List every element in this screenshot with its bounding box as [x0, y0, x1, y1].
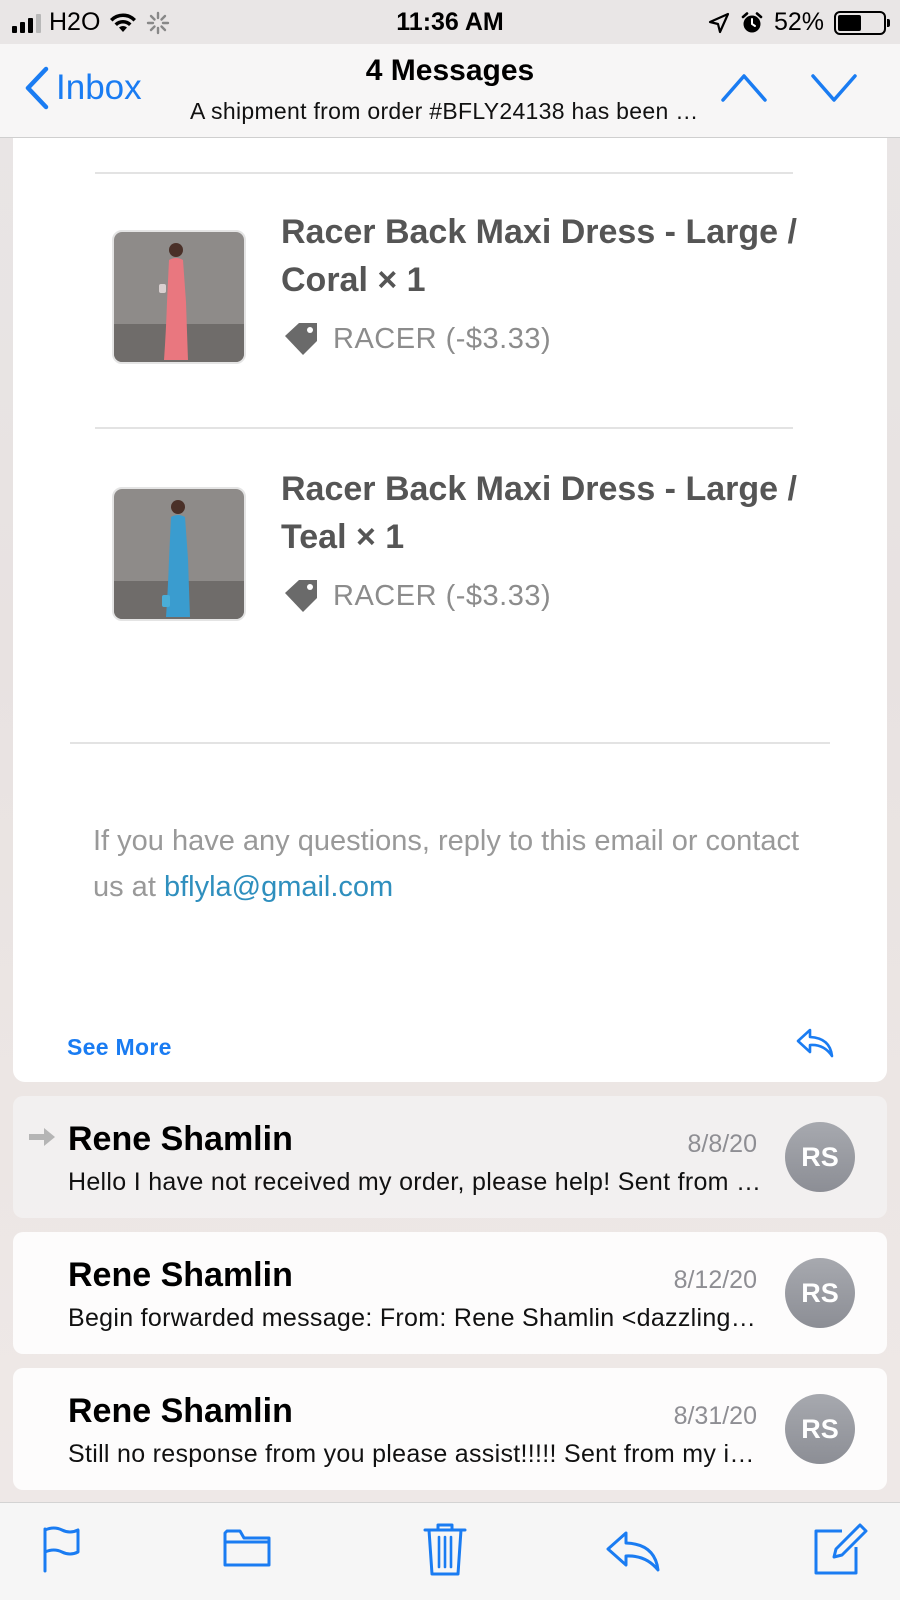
price-tag-icon	[285, 323, 317, 355]
battery-icon	[834, 10, 890, 35]
flag-icon[interactable]	[40, 1525, 84, 1573]
thread-row[interactable]: Rene Shamlin 8/12/20 Begin forwarded mes…	[13, 1232, 887, 1354]
nav-bar: Inbox 4 Messages A shipment from order #…	[0, 44, 900, 138]
message-date: 8/8/20	[687, 1130, 757, 1158]
discount-code: RACER (-$3.33)	[333, 579, 552, 612]
compose-icon[interactable]	[812, 1521, 868, 1577]
back-chevron-icon	[25, 66, 49, 110]
discount-code: RACER (-$3.33)	[333, 322, 552, 355]
discount-line: RACER (-$3.33)	[281, 577, 551, 615]
sender-name: Rene Shamlin	[68, 1392, 293, 1430]
product-name: Racer Back Maxi Dress - Large / Coral × …	[281, 213, 797, 299]
reply-icon[interactable]	[604, 1529, 662, 1573]
product-name: Racer Back Maxi Dress - Large / Teal × 1	[281, 470, 797, 556]
price-tag-icon	[285, 580, 317, 612]
folder-icon[interactable]	[222, 1525, 272, 1569]
sender-name: Rene Shamlin	[68, 1256, 293, 1294]
thread-row[interactable]: Rene Shamlin 8/8/20 Hello I have not rec…	[13, 1096, 887, 1218]
product-image	[112, 230, 246, 364]
order-item: Racer Back Maxi Dress - Large / Coral × …	[98, 172, 818, 402]
message-preview: Hello I have not received my order, plea…	[68, 1168, 768, 1196]
alarm-icon	[741, 11, 763, 32]
avatar: RS	[785, 1258, 855, 1328]
message-preview: Still no response from you please assist…	[68, 1440, 768, 1468]
avatar: RS	[785, 1122, 855, 1192]
message-date: 8/31/20	[673, 1402, 757, 1430]
avatar: RS	[785, 1394, 855, 1464]
bottom-toolbar	[0, 1502, 900, 1600]
product-image	[112, 487, 246, 621]
location-arrow-icon	[708, 12, 730, 33]
chevron-down-icon[interactable]	[810, 70, 858, 104]
message-body-card: Racer Back Maxi Dress - Large / Coral × …	[13, 138, 887, 1082]
thread-title: 4 Messages	[365, 54, 535, 87]
status-right: 52%	[708, 8, 890, 37]
status-bar: H2O 11:36 AM 52%	[0, 0, 900, 44]
thread-row[interactable]: Rene Shamlin 8/31/20 Still no response f…	[13, 1368, 887, 1490]
see-more-button[interactable]: See More	[67, 1034, 172, 1061]
contact-text: If you have any questions, reply to this…	[93, 818, 813, 910]
chevron-up-icon[interactable]	[720, 70, 768, 104]
section-divider	[70, 742, 830, 744]
battery-fill	[838, 14, 861, 31]
reply-icon[interactable]	[795, 1026, 835, 1060]
contact-email-link[interactable]: bflyla@gmail.com	[164, 871, 393, 903]
battery-percent: 52%	[773, 8, 824, 36]
sender-name: Rene Shamlin	[68, 1120, 293, 1158]
forwarded-arrow-icon	[29, 1128, 55, 1146]
order-item: Racer Back Maxi Dress - Large / Teal × 1…	[98, 429, 818, 659]
thread-subject: A shipment from order #BFLY24138 has bee…	[190, 98, 710, 124]
back-label: Inbox	[56, 68, 142, 107]
discount-line: RACER (-$3.33)	[281, 320, 551, 358]
trash-icon[interactable]	[422, 1521, 468, 1577]
message-date: 8/12/20	[673, 1266, 757, 1294]
inbox-back-button[interactable]: Inbox	[24, 66, 142, 110]
message-preview: Begin forwarded message: From: Rene Sham…	[68, 1304, 768, 1332]
